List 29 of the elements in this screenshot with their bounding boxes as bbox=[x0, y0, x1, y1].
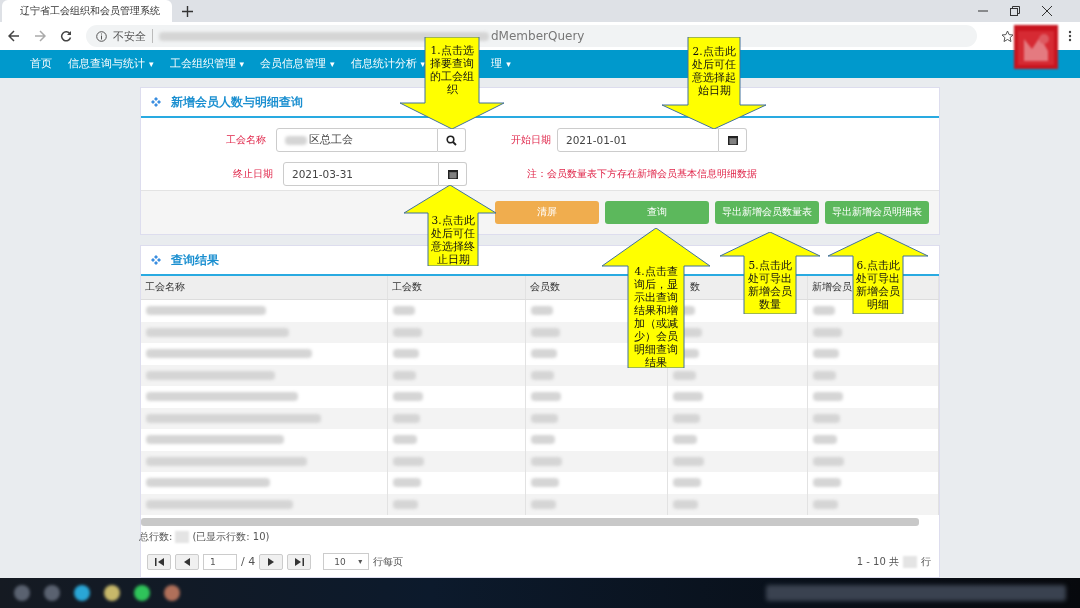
column-header[interactable]: 新增会员 bbox=[812, 281, 852, 294]
page-count: / 4 bbox=[241, 555, 256, 568]
per-page-label: 行每页 bbox=[373, 554, 404, 569]
browser-tab[interactable]: 辽宁省工会组织和会员管理系统 bbox=[2, 0, 172, 22]
field-label: 工会名称 bbox=[225, 133, 266, 147]
column-header[interactable]: 工会数 bbox=[392, 281, 422, 294]
column-header[interactable]: 数 bbox=[690, 281, 700, 294]
note-text: 注：会员数量表下方存在新增会员基本信息明细数据 bbox=[527, 167, 757, 181]
security-label: 不安全 bbox=[113, 28, 146, 44]
date-field[interactable]: 2021-03-31 bbox=[283, 162, 439, 186]
column-header[interactable]: 工会名称 bbox=[145, 281, 185, 294]
callout-arrow: 3.点击此处后可任意选择终止日期 bbox=[404, 185, 496, 266]
total-label: 总行数: bbox=[139, 530, 173, 544]
date-field[interactable]: 2021-01-01 bbox=[557, 128, 719, 152]
shown-count: (已显示行数: 10) bbox=[192, 530, 270, 544]
tab-title: 辽宁省工会组织和会员管理系统 bbox=[20, 4, 160, 18]
field-value: 区总工会 bbox=[309, 133, 353, 147]
field-label: 终止日期 bbox=[232, 167, 273, 181]
field-label: 开始日期 bbox=[510, 133, 551, 147]
panel-title: 新增会员人数与明细查询 bbox=[171, 94, 303, 110]
input-field[interactable]: 区总工会 bbox=[276, 128, 438, 152]
range-text: 1 - 10 共 bbox=[856, 554, 899, 569]
page-size-select[interactable]: 10 ▾ bbox=[323, 553, 370, 570]
range-unit: 行 bbox=[921, 554, 931, 569]
page-input[interactable]: 1 bbox=[203, 553, 237, 570]
url-text: dMemberQuery bbox=[491, 29, 585, 43]
panel-title: 查询结果 bbox=[171, 252, 219, 268]
column-header[interactable]: 会员数 bbox=[530, 281, 560, 294]
callout-arrow: 2.点击此处后可任意选择起始日期 bbox=[662, 37, 766, 129]
